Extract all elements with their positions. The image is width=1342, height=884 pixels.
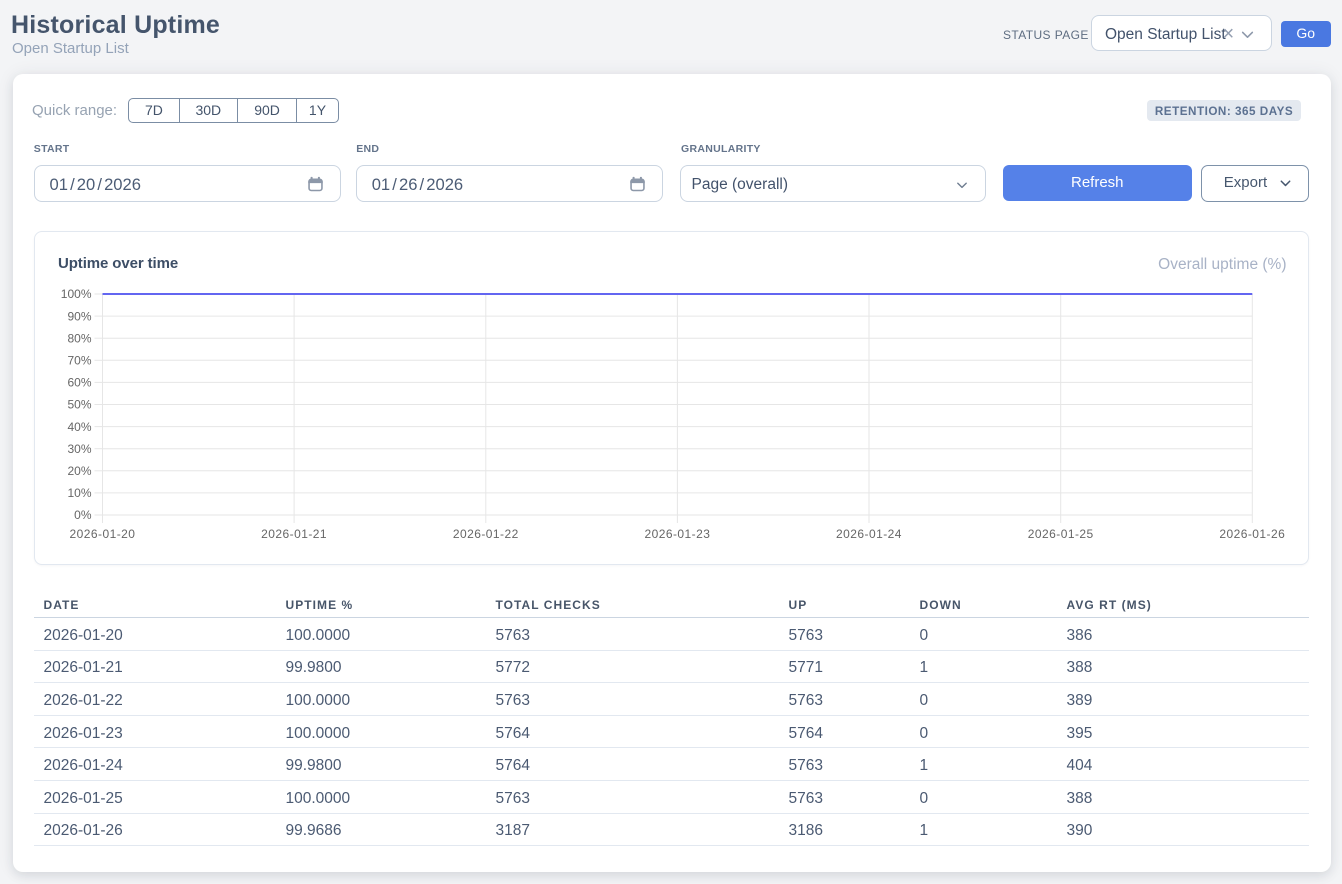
svg-text:2026-01-24: 2026-01-24: [836, 527, 902, 541]
svg-text:100%: 100%: [60, 287, 91, 301]
svg-text:20%: 20%: [67, 464, 91, 478]
svg-text:2026-01-25: 2026-01-25: [1027, 527, 1093, 541]
svg-text:2026-01-23: 2026-01-23: [644, 527, 710, 541]
svg-text:60%: 60%: [67, 376, 91, 390]
svg-text:0%: 0%: [74, 508, 92, 522]
svg-text:2026-01-20: 2026-01-20: [69, 527, 135, 541]
svg-text:90%: 90%: [67, 309, 91, 323]
svg-text:10%: 10%: [67, 486, 91, 500]
svg-text:50%: 50%: [67, 398, 91, 412]
svg-text:70%: 70%: [67, 354, 91, 368]
svg-text:2026-01-22: 2026-01-22: [452, 527, 518, 541]
svg-text:2026-01-21: 2026-01-21: [261, 527, 327, 541]
svg-text:2026-01-26: 2026-01-26: [1219, 527, 1285, 541]
svg-text:80%: 80%: [67, 331, 91, 345]
svg-text:40%: 40%: [67, 420, 91, 434]
svg-text:30%: 30%: [67, 442, 91, 456]
